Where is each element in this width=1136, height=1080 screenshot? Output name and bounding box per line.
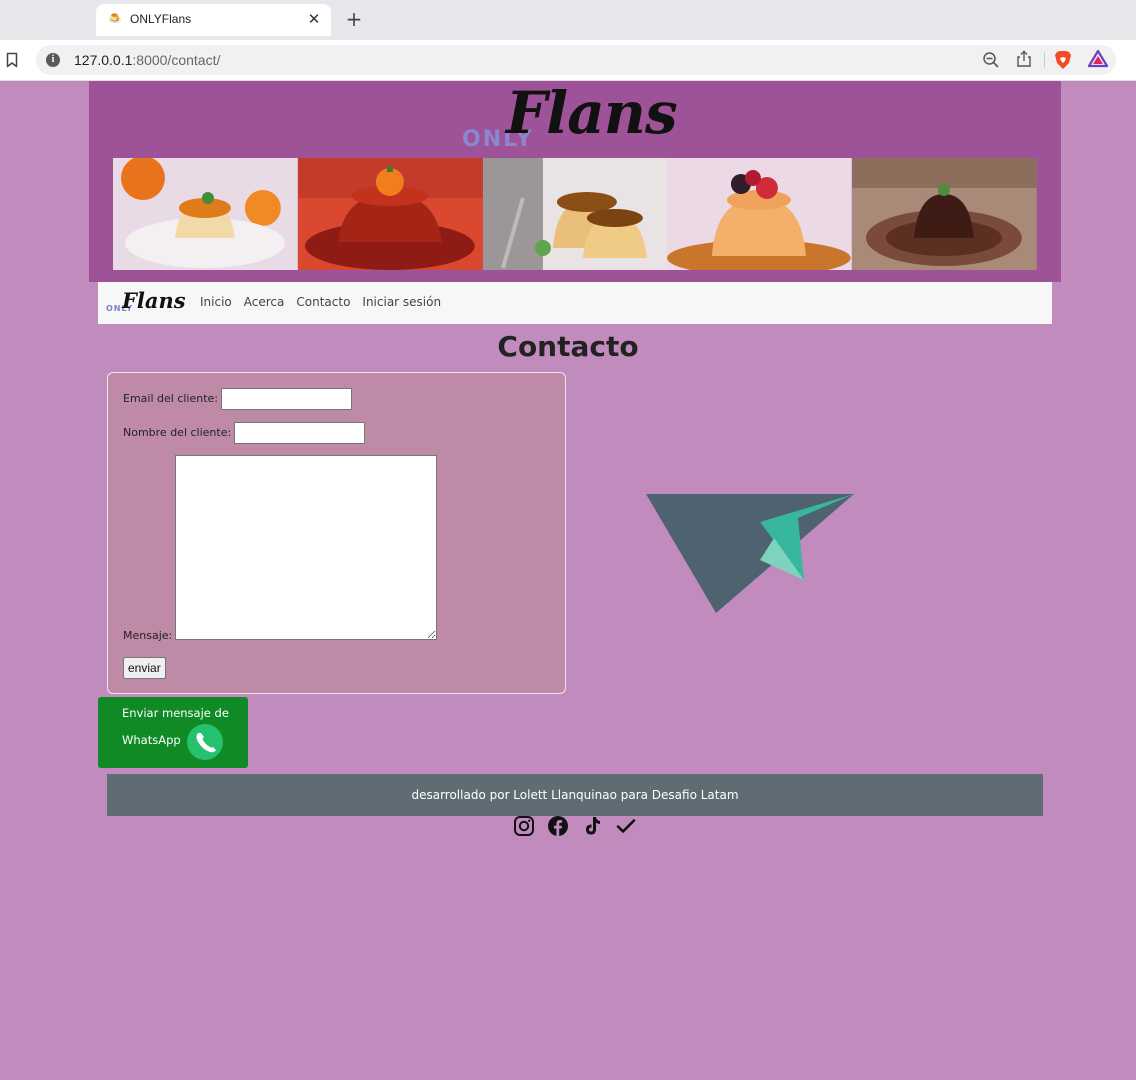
social-links: [513, 815, 637, 837]
facebook-icon[interactable]: [547, 815, 569, 837]
name-row: Nombre del cliente:: [123, 422, 366, 444]
navbar-logo-flans: Flans: [122, 288, 186, 313]
whatsapp-button[interactable]: Enviar mensaje de WhatsApp: [98, 697, 248, 768]
submit-button[interactable]: enviar: [123, 657, 166, 679]
browser-tab[interactable]: 🍮 ONLYFlans ✕: [96, 4, 331, 36]
page-title: Contacto: [497, 330, 639, 363]
whatsapp-line1: Enviar mensaje de: [122, 706, 229, 720]
nav-link-inicio[interactable]: Inicio: [200, 295, 232, 309]
footer-text: desarrollado por Lolett Llanquinao para …: [411, 788, 739, 802]
flan-photo-chocolate: [852, 158, 1037, 270]
flan-favicon-icon: 🍮: [108, 12, 122, 25]
nav-links: Inicio Acerca Contacto Iniciar sesión: [200, 295, 441, 309]
nav-link-iniciar-sesion[interactable]: Iniciar sesión: [362, 295, 441, 309]
email-field[interactable]: [221, 388, 353, 410]
bookmark-icon[interactable]: [6, 52, 18, 68]
zoom-out-icon[interactable]: [982, 51, 1000, 69]
tab-title: ONLYFlans: [130, 12, 192, 26]
url-host: 127.0.0.1: [74, 52, 133, 68]
plane-left-wing: [646, 494, 854, 613]
whatsapp-line2: WhatsApp: [122, 733, 181, 747]
url-path: :8000/contact/: [132, 52, 221, 68]
brave-shield-icon[interactable]: [1054, 50, 1072, 70]
contact-form: Email del cliente: Nombre del cliente: M…: [107, 372, 566, 694]
logo-flans-text: Flans: [506, 79, 678, 147]
flan-photo-berries: [667, 158, 853, 270]
browser-tab-bar: 🍮 ONLYFlans ✕ +: [0, 0, 1136, 40]
message-textarea[interactable]: [175, 455, 437, 640]
whatsapp-icon: [187, 724, 223, 760]
email-row: Email del cliente:: [123, 388, 353, 410]
browser-toolbar: i 127.0.0.1:8000/contact/: [0, 40, 1136, 81]
flan-photo-spoons: [482, 158, 668, 270]
toolbar-separator: [1044, 52, 1045, 68]
site-logo[interactable]: ONLY Flans: [462, 79, 692, 157]
paper-plane-illustration: [646, 494, 854, 613]
nav-link-contacto[interactable]: Contacto: [296, 295, 350, 309]
site-footer: desarrollado por Lolett Llanquinao para …: [107, 774, 1043, 816]
nav-link-acerca[interactable]: Acerca: [244, 295, 285, 309]
share-icon[interactable]: [1016, 50, 1032, 68]
brave-rewards-icon[interactable]: [1088, 50, 1108, 68]
navbar-logo[interactable]: ONLY Flans: [106, 288, 186, 316]
address-bar[interactable]: i 127.0.0.1:8000/contact/: [36, 45, 1116, 75]
flan-photo-orange: [113, 158, 298, 270]
flan-photo-pumpkin: [297, 158, 483, 270]
tiktok-icon[interactable]: [581, 815, 603, 837]
flan-photo-strip: [113, 158, 1037, 270]
instagram-icon[interactable]: [513, 815, 535, 837]
site-info-icon[interactable]: i: [46, 53, 60, 67]
url-text: 127.0.0.1:8000/contact/: [74, 52, 220, 68]
email-label: Email del cliente:: [123, 392, 219, 405]
main-navbar: ONLY Flans Inicio Acerca Contacto Inicia…: [98, 282, 1052, 324]
name-label: Nombre del cliente:: [123, 426, 232, 439]
close-tab-icon[interactable]: ✕: [305, 10, 323, 28]
message-label: Mensaje:: [123, 629, 173, 642]
new-tab-icon[interactable]: +: [344, 8, 364, 30]
name-field[interactable]: [234, 422, 366, 444]
check-icon[interactable]: [615, 815, 637, 837]
header-banner: ONLY Flans: [89, 79, 1061, 282]
